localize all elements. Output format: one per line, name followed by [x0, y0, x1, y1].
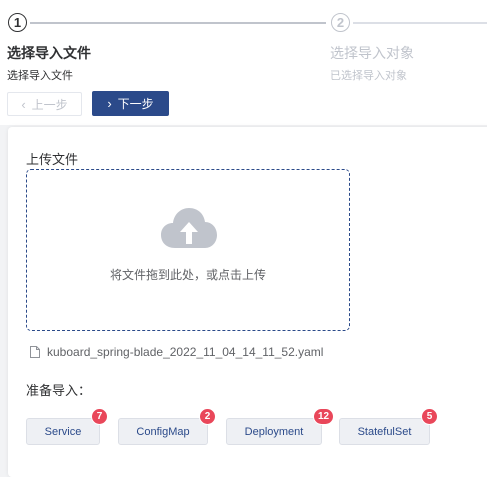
resource-tag-configmap[interactable]: ConfigMap	[118, 418, 208, 445]
step-2-description: 已选择导入对象	[330, 70, 407, 82]
chevron-left-icon: ‹	[21, 96, 26, 112]
prepare-import-label: 准备导入：	[26, 383, 92, 398]
resource-count-badge: 7	[91, 408, 108, 425]
resource-tag-label: Deployment	[244, 425, 304, 438]
resource-tag-label: Service	[44, 425, 82, 438]
resource-tag-service[interactable]: Service	[26, 418, 100, 445]
resource-count-badge: 12	[313, 408, 335, 425]
resource-tag-deployment[interactable]: Deployment	[226, 418, 322, 445]
resource-tag-label: StatefulSet	[357, 425, 412, 438]
prev-step-label: 上一步	[31, 97, 68, 112]
next-step-label: 下一步	[117, 97, 154, 111]
step-1-number: 1	[8, 13, 27, 32]
upload-label: 上传文件	[26, 152, 79, 167]
next-step-button[interactable]: › 下一步	[92, 91, 169, 116]
prev-step-button[interactable]: ‹ 上一步	[7, 92, 82, 116]
step-1-description: 选择导入文件	[7, 70, 73, 82]
chevron-right-icon: ›	[107, 96, 112, 111]
dropzone-text: 将文件拖到此处，或点击上传	[109, 268, 266, 282]
resource-count-badge: 2	[199, 408, 216, 425]
steps-header: 1 2 选择导入文件 选择导入对象 选择导入文件 已选择导入对象 ‹ 上一步 ›…	[0, 0, 487, 125]
step-1-connector	[30, 22, 326, 24]
resource-tag-label: ConfigMap	[136, 425, 190, 438]
upload-dropzone[interactable]: 将文件拖到此处，或点击上传	[26, 169, 350, 331]
step-2-connector	[353, 22, 487, 24]
uploaded-file-name: kuboard_spring-blade_2022_11_04_14_11_52…	[47, 345, 324, 359]
step-2-title: 选择导入对象	[330, 45, 414, 61]
uploaded-file[interactable]: kuboard_spring-blade_2022_11_04_14_11_52…	[30, 345, 323, 359]
step-1-title: 选择导入文件	[7, 45, 91, 61]
step-2-number: 2	[331, 13, 350, 32]
cloud-upload-icon	[161, 208, 217, 248]
resource-tag-statefulset[interactable]: StatefulSet	[339, 418, 430, 445]
resource-count-badge: 5	[421, 408, 438, 425]
document-icon	[30, 346, 40, 358]
